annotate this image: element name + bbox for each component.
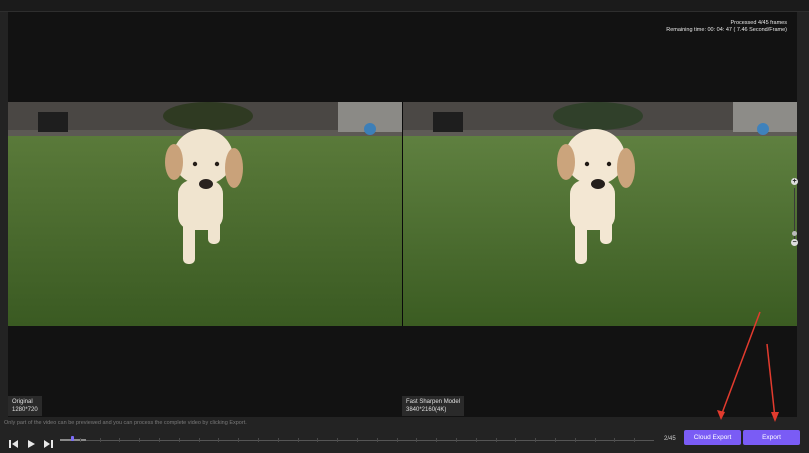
original-resolution: 1280*720 <box>12 407 38 413</box>
timeline-tick <box>515 438 516 442</box>
timeline-tick <box>337 438 338 442</box>
processed-preview-image <box>403 102 797 326</box>
processing-status: Processed 4/45 frames Remaining time: 00… <box>666 20 787 33</box>
timeline-tick <box>535 438 536 442</box>
timeline-tick <box>456 438 457 442</box>
timeline-tick <box>397 438 398 442</box>
model-resolution: 3840*2160(4K) <box>406 407 447 413</box>
timeline-tick <box>634 438 635 442</box>
play-icon[interactable] <box>27 435 39 448</box>
timeline-tick <box>159 438 160 442</box>
timeline-tick <box>278 438 279 442</box>
timeline-tick <box>298 438 299 442</box>
preview-notice: Only part of the video can be previewed … <box>4 420 247 426</box>
previous-frame-icon[interactable] <box>9 435 21 448</box>
export-button[interactable]: Export <box>743 430 800 445</box>
zoom-out-icon[interactable]: − <box>791 239 798 246</box>
timeline-tick <box>436 438 437 442</box>
timeline-tick <box>100 438 101 442</box>
zoom-in-icon[interactable]: + <box>791 178 798 185</box>
model-label: Fast Sharpen Model 3840*2160(4K) <box>402 396 465 416</box>
timeline-tick <box>119 438 120 442</box>
remaining-time-text: Remaining time: 00: 04: 47 ( 7.46 Second… <box>666 26 787 33</box>
timeline-tick <box>317 438 318 442</box>
timeline-tick <box>575 438 576 442</box>
zoom-handle[interactable] <box>792 231 797 236</box>
next-frame-icon[interactable] <box>43 435 55 448</box>
original-label: Original 1280*720 <box>8 396 42 416</box>
timeline-tick <box>416 438 417 442</box>
timeline-tick <box>496 438 497 442</box>
timeline-tick <box>179 438 180 442</box>
timeline-tick <box>199 438 200 442</box>
zoom-slider[interactable]: + − <box>788 178 802 248</box>
timeline-tick <box>377 438 378 442</box>
timeline-tick <box>357 438 358 442</box>
cloud-export-button[interactable]: Cloud Export <box>684 430 741 445</box>
top-bar <box>0 0 809 12</box>
timeline-handle[interactable] <box>71 436 74 441</box>
timeline-tick <box>476 438 477 442</box>
timeline-tick <box>614 438 615 442</box>
timeline-tick <box>238 438 239 442</box>
timeline-tick <box>80 438 81 442</box>
timeline-tick <box>555 438 556 442</box>
timeline-tick <box>595 438 596 442</box>
preview-area: Processed 4/45 frames Remaining time: 00… <box>8 12 798 417</box>
frame-counter: 2/45 <box>664 436 676 442</box>
original-preview-image <box>8 102 402 326</box>
timeline-tick <box>139 438 140 442</box>
timeline-tick <box>218 438 219 442</box>
original-label-name: Original <box>12 399 33 405</box>
timeline-track[interactable] <box>60 438 654 442</box>
timeline-tick <box>258 438 259 442</box>
model-label-name: Fast Sharpen Model <box>406 399 461 405</box>
